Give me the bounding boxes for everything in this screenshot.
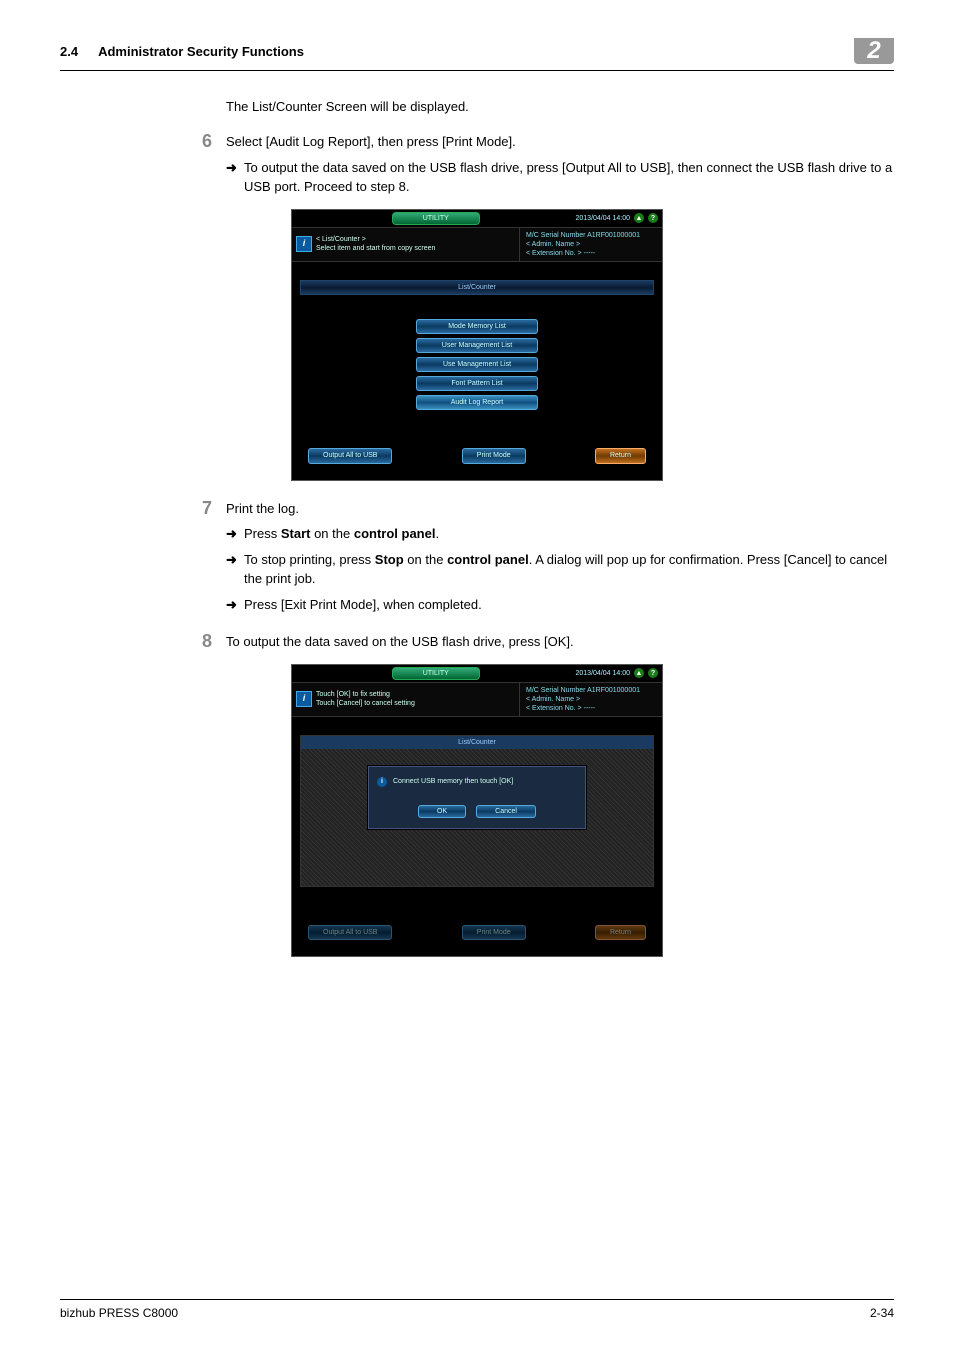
- ext-label: < Extension No. >: [526, 250, 582, 257]
- step-number: 7: [184, 499, 212, 615]
- admin-label: < Admin. Name >: [526, 695, 656, 704]
- usb-dialog: i Connect USB memory then touch [OK] OK …: [368, 766, 586, 829]
- dialog-message: Connect USB memory then touch [OK]: [393, 777, 513, 786]
- step-text: Select [Audit Log Report], then press [P…: [226, 132, 894, 152]
- screenshot-list-counter: UTILITY 2013/04/04 14:00 ▲ ? i < List/Co…: [291, 209, 663, 481]
- serial-label: M/C Serial Number: [526, 687, 586, 694]
- ext-value: -----: [584, 705, 596, 712]
- info-icon: i: [296, 691, 312, 707]
- up-icon[interactable]: ▲: [634, 213, 644, 223]
- step-7: 7 Print the log. ➜ Press Start on the co…: [226, 499, 894, 615]
- help-icon[interactable]: ?: [648, 213, 658, 223]
- arrow-icon: ➜: [226, 524, 244, 544]
- datetime-text: 2013/04/04 14:00: [576, 669, 631, 678]
- serial-value: A1RF001000001: [587, 232, 640, 239]
- print-mode-button[interactable]: Print Mode: [462, 448, 526, 463]
- info-title: < List/Counter >: [316, 235, 435, 244]
- serial-value: A1RF001000001: [587, 687, 640, 694]
- step-number: 8: [184, 632, 212, 652]
- chapter-badge: 2: [854, 38, 894, 64]
- ok-button[interactable]: OK: [418, 805, 466, 818]
- section-heading: List/Counter: [301, 736, 653, 749]
- step-number: 6: [184, 132, 212, 197]
- return-button[interactable]: Return: [595, 925, 646, 940]
- substep-text: To output the data saved on the USB flas…: [244, 158, 894, 197]
- section-number: 2.4: [60, 44, 78, 59]
- page-number: 2-34: [870, 1306, 894, 1320]
- cancel-button[interactable]: Cancel: [476, 805, 536, 818]
- output-all-to-usb-button[interactable]: Output All to USB: [308, 925, 392, 940]
- info-line1: Touch [OK] to fix setting: [316, 690, 415, 699]
- datetime-text: 2013/04/04 14:00: [576, 214, 631, 223]
- arrow-icon: ➜: [226, 595, 244, 615]
- intro-text: The List/Counter Screen will be displaye…: [226, 99, 894, 114]
- substep-text: Press [Exit Print Mode], when completed.: [244, 595, 894, 615]
- step-6: 6 Select [Audit Log Report], then press …: [226, 132, 894, 197]
- serial-label: M/C Serial Number: [526, 232, 586, 239]
- up-icon[interactable]: ▲: [634, 668, 644, 678]
- section-title: Administrator Security Functions: [98, 44, 304, 59]
- screenshot-usb-dialog: UTILITY 2013/04/04 14:00 ▲ ? i Touch [OK…: [291, 664, 663, 957]
- ext-label: < Extension No. >: [526, 705, 582, 712]
- arrow-icon: ➜: [226, 550, 244, 589]
- utility-tab[interactable]: UTILITY: [392, 667, 480, 680]
- admin-label: < Admin. Name >: [526, 240, 656, 249]
- audit-log-report-button[interactable]: Audit Log Report: [416, 395, 538, 410]
- utility-tab[interactable]: UTILITY: [392, 212, 480, 225]
- info-line2: Touch [Cancel] to cancel setting: [316, 699, 415, 708]
- substep-text: Press Start on the control panel.: [244, 524, 894, 544]
- help-icon[interactable]: ?: [648, 668, 658, 678]
- ext-value: -----: [584, 250, 596, 257]
- info-icon: i: [296, 236, 312, 252]
- font-pattern-list-button[interactable]: Font Pattern List: [416, 376, 538, 391]
- info-icon: i: [377, 777, 387, 787]
- print-mode-button[interactable]: Print Mode: [462, 925, 526, 940]
- page-footer: bizhub PRESS C8000 2-34: [60, 1299, 894, 1320]
- step-text: Print the log.: [226, 499, 894, 519]
- substep-text: To stop printing, press Stop on the cont…: [244, 550, 894, 589]
- info-text: Select item and start from copy screen: [316, 244, 435, 253]
- section-heading: List/Counter: [300, 280, 654, 295]
- product-name: bizhub PRESS C8000: [60, 1306, 178, 1320]
- arrow-icon: ➜: [226, 158, 244, 197]
- return-button[interactable]: Return: [595, 448, 646, 463]
- use-management-list-button[interactable]: Use Management List: [416, 357, 538, 372]
- step-8: 8 To output the data saved on the USB fl…: [226, 632, 894, 652]
- user-management-list-button[interactable]: User Management List: [416, 338, 538, 353]
- page-header: 2.4 Administrator Security Functions 2: [60, 38, 894, 71]
- output-all-to-usb-button[interactable]: Output All to USB: [308, 448, 392, 463]
- step-text: To output the data saved on the USB flas…: [226, 632, 894, 652]
- mode-memory-list-button[interactable]: Mode Memory List: [416, 319, 538, 334]
